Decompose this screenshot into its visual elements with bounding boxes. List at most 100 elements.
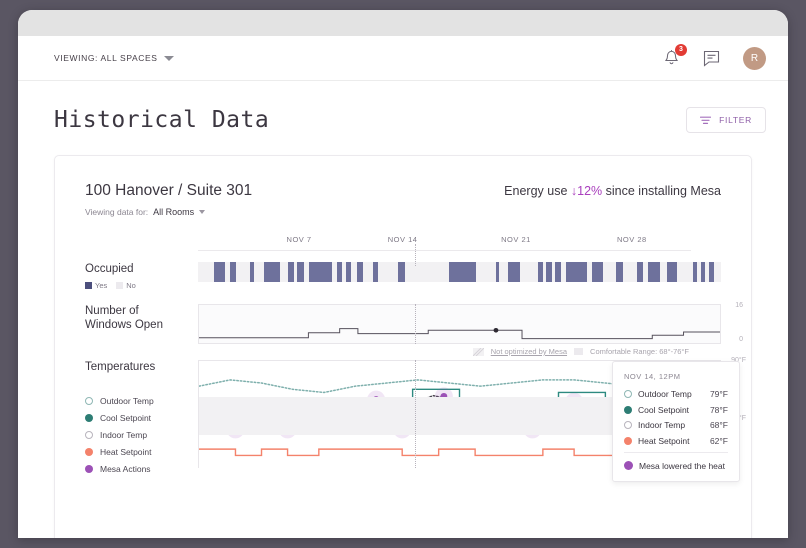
occupancy-block [263, 262, 281, 282]
now-marker-line [415, 360, 417, 468]
occupied-label-block: Occupied Yes No [85, 262, 198, 290]
temperatures-plot[interactable]: 90°F 70°F NOV 14, 12PM Outdoor Temp 79°F… [198, 357, 746, 482]
occupied-label: Occupied [85, 263, 134, 275]
occupancy-block [666, 262, 678, 282]
historical-data-card: 100 Hanover / Suite 301 Viewing data for… [54, 155, 752, 538]
occupancy-block [230, 262, 236, 282]
occupancy-block [616, 262, 624, 282]
energy-prefix: Energy use [504, 184, 568, 198]
energy-change-value: ↓12% [570, 184, 603, 198]
occupancy-block [565, 262, 587, 282]
temperatures-panel: Temperatures Outdoor Temp Cool Setpoint … [85, 357, 746, 482]
room-selector-value: All Rooms [153, 207, 195, 217]
charts-region: NOV 7 NOV 14 NOV 21 NOV 28 Occupied Yes No … [85, 235, 746, 482]
legend-item-mesa-actions[interactable]: Mesa Actions [85, 464, 188, 474]
date-tick: NOV 7 [286, 235, 312, 244]
legend-item-heat-setpoint[interactable]: Heat Setpoint [85, 447, 188, 457]
room-selector-label: Viewing data for: [85, 207, 149, 217]
occupancy-block [397, 262, 405, 282]
filter-button[interactable]: FILTER [686, 107, 766, 133]
occupancy-block [692, 262, 697, 282]
occupancy-block [709, 262, 714, 282]
filter-icon [700, 116, 712, 124]
chevron-down-icon [199, 210, 206, 214]
viewing-scope-label: VIEWING: ALL SPACES [54, 53, 158, 63]
occupancy-block [449, 262, 477, 282]
chart-tooltip: NOV 14, 12PM Outdoor Temp 79°F Cool Setp… [612, 361, 740, 482]
occupancy-block [346, 262, 352, 282]
occupancy-block [647, 262, 660, 282]
chat-bubble-icon [703, 50, 720, 67]
note-not-optimized[interactable]: Not optimized by Mesa [491, 347, 567, 356]
now-marker-line [415, 304, 417, 344]
windows-axis-max: 16 [735, 302, 743, 309]
top-navigation-bar: VIEWING: ALL SPACES 3 R [18, 36, 788, 81]
window-titlebar [18, 10, 788, 36]
windows-axis-min: 0 [739, 336, 743, 343]
chevron-down-icon [163, 55, 174, 61]
notification-badge: 3 [675, 44, 687, 56]
occupancy-block [546, 262, 552, 282]
card-header: 100 Hanover / Suite 301 Viewing data for… [85, 182, 721, 217]
notifications-button[interactable]: 3 [663, 44, 687, 67]
occupied-plot[interactable] [198, 244, 721, 290]
page-title: Historical Data [54, 107, 270, 133]
tooltip-row-heat: Heat Setpoint 62°F [624, 436, 728, 446]
now-marker-line [415, 244, 417, 266]
energy-savings-note: Energy use ↓12% since installing Mesa [504, 182, 721, 198]
tooltip-row-indoor: Indoor Temp 68°F [624, 420, 728, 430]
occupancy-block [249, 262, 254, 282]
windows-open-panel: Number of Windows Open 16 0 [85, 302, 743, 344]
occupancy-block [297, 262, 304, 282]
occupancy-block [288, 262, 294, 282]
occupancy-block [337, 262, 342, 282]
legend-item-outdoor-temp[interactable]: Outdoor Temp [85, 396, 188, 406]
temperatures-legend: Outdoor Temp Cool Setpoint Indoor Temp H… [85, 396, 188, 474]
occupancy-block [213, 262, 226, 282]
date-tick: NOV 28 [616, 235, 647, 244]
windows-open-label-1: Number of [85, 305, 139, 317]
tooltip-date: NOV 14, 12PM [624, 372, 681, 381]
legend-item-indoor-temp[interactable]: Indoor Temp [85, 430, 188, 440]
note-comfortable-range: Comfortable Range: 68°-76°F [590, 347, 689, 356]
windows-open-label-2: Windows Open [85, 319, 163, 331]
tooltip-row-outdoor: Outdoor Temp 79°F [624, 389, 728, 399]
windows-open-step-line [199, 328, 720, 343]
occupancy-block [308, 262, 332, 282]
room-selector[interactable]: Viewing data for: All Rooms [85, 207, 252, 217]
legend-yes: Yes [85, 281, 107, 290]
legend-item-cool-setpoint[interactable]: Cool Setpoint [85, 413, 188, 423]
suite-title: 100 Hanover / Suite 301 [85, 182, 253, 199]
occupancy-block [701, 262, 706, 282]
occupancy-block [372, 262, 379, 282]
page-header: Historical Data FILTER [18, 81, 788, 133]
occupancy-block [637, 262, 643, 282]
gray-swatch-icon [574, 348, 584, 355]
occupancy-strip[interactable] [198, 262, 721, 282]
occupancy-block [591, 262, 604, 282]
temperatures-label-block: Temperatures Outdoor Temp Cool Setpoint … [85, 360, 198, 481]
windows-open-chart[interactable] [198, 304, 721, 344]
occupied-panel: Occupied Yes No [85, 244, 721, 290]
windows-label-block: Number of Windows Open [85, 304, 198, 344]
viewing-scope-selector[interactable]: VIEWING: ALL SPACES [54, 53, 174, 63]
tooltip-action: Mesa lowered the heat [624, 461, 728, 471]
temperatures-label: Temperatures [85, 361, 156, 373]
occupancy-block [495, 262, 500, 282]
temperature-notes: Not optimized by Mesa Comfortable Range:… [85, 347, 721, 356]
card-header-left: 100 Hanover / Suite 301 Viewing data for… [85, 182, 252, 217]
filter-label: FILTER [719, 115, 752, 125]
messages-button[interactable] [702, 49, 721, 68]
occupancy-block [356, 262, 363, 282]
browser-window: VIEWING: ALL SPACES 3 R Historical Data … [18, 10, 788, 538]
nav-actions: 3 R [663, 44, 766, 70]
occupied-legend: Yes No [85, 281, 188, 290]
date-axis: NOV 7 NOV 14 NOV 21 NOV 28 [198, 235, 691, 251]
tooltip-row-cool: Cool Setpoint 78°F [624, 405, 728, 415]
windows-open-plot[interactable]: 16 0 [198, 302, 743, 344]
occupancy-block [508, 262, 521, 282]
occupancy-block [537, 262, 543, 282]
avatar[interactable]: R [743, 46, 766, 70]
energy-suffix: since installing Mesa [605, 184, 721, 198]
occupancy-block [555, 262, 562, 282]
